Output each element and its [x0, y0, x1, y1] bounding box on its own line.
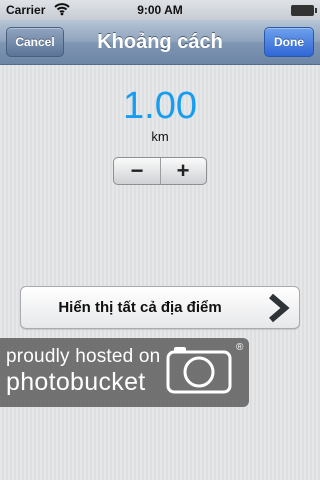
registered-mark: ®	[236, 342, 244, 353]
decrement-button[interactable]: −	[114, 158, 161, 184]
increment-button[interactable]: +	[160, 158, 206, 184]
show-all-label: Hiển thị tất cả địa điểm	[58, 299, 222, 316]
distance-stepper: − +	[113, 157, 207, 185]
page-title: Khoảng cách	[97, 31, 223, 53]
navigation-bar: Cancel Khoảng cách Done	[0, 20, 320, 65]
watermark-line1: proudly hosted on	[6, 346, 161, 367]
status-time: 9:00 AM	[137, 3, 183, 17]
distance-unit: km	[151, 129, 169, 144]
camera-icon	[166, 346, 232, 399]
done-button[interactable]: Done	[264, 27, 314, 57]
status-bar: Carrier 9:00 AM	[0, 0, 320, 20]
distance-value: 1.00	[123, 85, 197, 127]
photobucket-watermark: proudly hosted on photobucket ®	[0, 338, 249, 407]
cancel-button[interactable]: Cancel	[6, 27, 64, 57]
show-all-locations-button[interactable]: Hiển thị tất cả địa điểm	[20, 286, 300, 329]
chevron-right-icon	[265, 293, 291, 328]
battery-icon	[291, 5, 317, 16]
content-area: 1.00 km − + Hiển thị tất cả địa điểm pro…	[0, 65, 320, 480]
watermark-line2: photobucket	[6, 368, 146, 396]
